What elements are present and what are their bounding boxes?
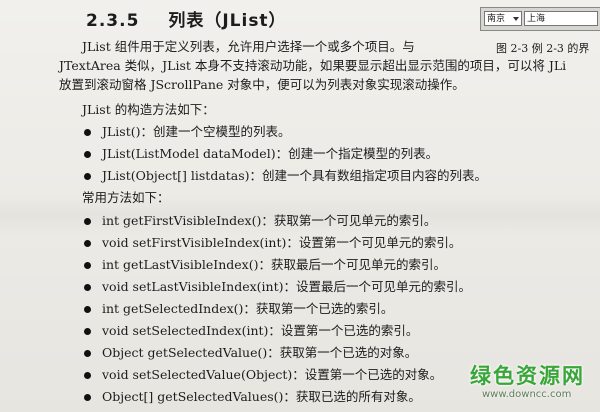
watermark-url: www.downcc.com bbox=[482, 389, 572, 400]
list-item: void setSelectedIndex(int)：设置第一个已选的索引。 bbox=[82, 320, 471, 342]
list-item: void setLastVisibleIndex(int)：设置最后一个可见单元… bbox=[82, 276, 471, 298]
list-item: int getFirstVisibleIndex()：获取第一个可见单元的索引。 bbox=[82, 210, 471, 232]
intro-line-2: JTextArea 类似，JList 本身不支持滚动功能，如果要显示超出显示范围… bbox=[59, 58, 567, 73]
constructor-list: JList()：创建一个空模型的列表。 JList(ListModel data… bbox=[82, 121, 487, 187]
list-item: Object getSelectedValue()：获取第一个已选的对象。 bbox=[82, 342, 471, 364]
figure-text-field: 上海 bbox=[524, 11, 598, 26]
constructors-heading: JList 的构造方法如下： bbox=[82, 102, 215, 117]
list-item: int getLastVisibleIndex()：获取最后一个可见单元的索引。 bbox=[82, 254, 471, 276]
figure-ui-preview: 南京 上海 bbox=[480, 7, 600, 31]
section-title: 列表（JList） bbox=[168, 11, 287, 31]
list-item: int getSelectedIndex()：获取第一个已选的索引。 bbox=[82, 298, 471, 320]
book-page: 2.3.5 列表（JList） 南京 上海 图 2-3 例 2-3 的界 JLi… bbox=[0, 0, 600, 412]
intro-line-3: 放置到滚动窗格 JScrollPane 对象中，便可以为列表对象实现滚动操作。 bbox=[59, 77, 465, 92]
watermark-logo: 绿色资源网 bbox=[470, 364, 585, 388]
figure-combo-box: 南京 bbox=[484, 11, 522, 26]
figure-caption: 图 2-3 例 2-3 的界 bbox=[496, 42, 590, 55]
method-list: int getFirstVisibleIndex()：获取第一个可见单元的索引。… bbox=[82, 210, 471, 408]
list-item: JList()：创建一个空模型的列表。 bbox=[82, 121, 487, 143]
list-item: void setSelectedValue(Object)：设置第一个已选的对象… bbox=[82, 364, 471, 386]
list-item: Object[] getSelectedValues()：获取已选的所有对象。 bbox=[82, 386, 471, 408]
intro-line-1: JList 组件用于定义列表，允许用户选择一个或多个项目。与 bbox=[82, 39, 415, 54]
section-heading: 2.3.5 列表（JList） bbox=[86, 6, 287, 31]
list-item: void setFirstVisibleIndex(int)：设置第一个可见单元… bbox=[82, 232, 471, 254]
list-item: JList(Object[] listdatas)：创建一个具有数组指定项目内容… bbox=[82, 165, 487, 187]
list-item: JList(ListModel dataModel)：创建一个指定模型的列表。 bbox=[82, 143, 487, 165]
section-number: 2.3.5 bbox=[86, 11, 140, 31]
methods-heading: 常用方法如下： bbox=[82, 190, 170, 205]
